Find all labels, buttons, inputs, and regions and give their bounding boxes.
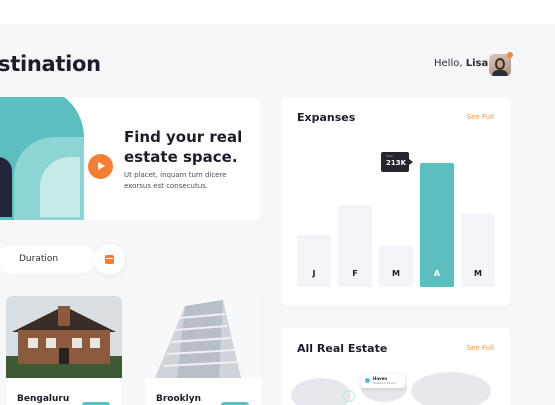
chart-bar-label: F xyxy=(352,269,358,278)
expanses-card: Expanses See Full J F M A M Total 213K xyxy=(281,97,510,305)
play-icon xyxy=(98,162,105,170)
all-real-estate-card: All Real Estate See Full Haven Posted 2 … xyxy=(281,328,510,405)
calendar-icon xyxy=(105,255,114,264)
notification-dot xyxy=(507,52,513,58)
play-button[interactable] xyxy=(88,154,113,179)
top-bar xyxy=(0,0,555,24)
property-card[interactable]: Bengaluru xyxy=(6,296,122,405)
page-title: stination xyxy=(0,52,101,76)
all-real-estate-see-full-link[interactable]: See Full xyxy=(467,344,494,352)
chart-bar-j-0[interactable]: J xyxy=(297,235,331,287)
property-name: Brooklyn xyxy=(156,394,202,404)
hero-card: Find your real estate space. Ut placet, … xyxy=(0,97,260,220)
chart-bar-m-2[interactable]: M xyxy=(379,246,413,287)
tooltip-caption: Total xyxy=(386,154,394,158)
greeting: Hello, Lisa! xyxy=(434,58,493,69)
property-name: Bengaluru xyxy=(17,394,70,404)
chart-bar-m-4[interactable]: M xyxy=(461,214,495,287)
chart-bar-f-1[interactable]: F xyxy=(338,205,372,287)
expanses-see-full-link[interactable]: See Full xyxy=(467,113,494,121)
greeting-text: Hello, xyxy=(434,58,463,69)
chart-bar-a-3[interactable]: A xyxy=(420,163,454,287)
map-location-ring xyxy=(343,390,355,402)
map-pin[interactable]: Haven Posted 2 Fened xyxy=(361,374,405,388)
hero-description: Ut placet, inquam tum dicere exorsus est… xyxy=(124,171,227,190)
hero-headline: Find your real estate space. xyxy=(124,128,243,166)
chart-bar-label: M xyxy=(474,269,482,278)
all-real-estate-title: All Real Estate xyxy=(297,342,388,355)
chart-bar-label: A xyxy=(433,269,441,278)
property-card[interactable]: Brooklyn xyxy=(145,296,261,405)
map-pin-dot xyxy=(365,378,370,383)
duration-label: Duration xyxy=(19,254,59,264)
chart-bar-label: J xyxy=(312,269,316,278)
duration-filter[interactable]: Duration xyxy=(0,246,96,273)
property-image xyxy=(145,296,261,378)
property-image xyxy=(6,296,122,378)
tooltip-value: 213K xyxy=(386,159,407,167)
chart-bar-label: M xyxy=(392,269,400,278)
expanses-title: Expanses xyxy=(297,111,356,124)
chart-tooltip: Total 213K xyxy=(381,152,413,172)
calendar-button[interactable] xyxy=(94,244,125,275)
map-pin-subtitle: Posted 2 Fened xyxy=(373,381,396,385)
